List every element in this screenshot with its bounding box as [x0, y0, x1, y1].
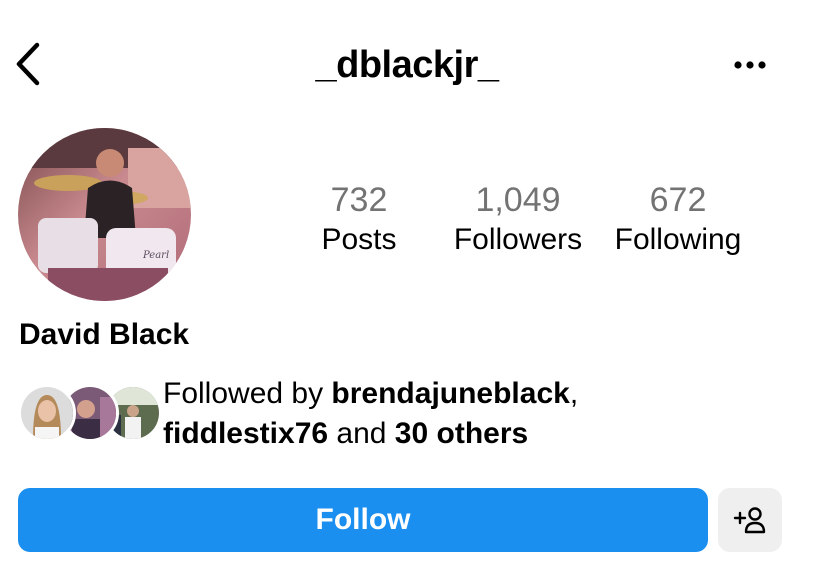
add-person-icon: [733, 507, 766, 534]
follow-button[interactable]: Follow: [18, 488, 708, 552]
followed-by-prefix: Followed by: [163, 377, 332, 410]
followers-stat[interactable]: 1,049 Followers: [445, 180, 591, 260]
mutual-user-link-2[interactable]: fiddlestix76: [163, 417, 328, 450]
profile-header: _dblackjr_: [0, 0, 814, 130]
posts-count: 732: [330, 181, 388, 219]
display-name: David Black: [19, 318, 190, 351]
comma-separator: ,: [569, 377, 579, 410]
mutual-others-link[interactable]: 30 others: [395, 417, 528, 450]
page-title: _dblackjr_: [315, 44, 500, 86]
followers-label: Followers: [453, 223, 583, 256]
following-count: 672: [649, 181, 707, 219]
mutual-followers-avatars[interactable]: [18, 384, 162, 444]
suggested-accounts-button[interactable]: [718, 488, 782, 552]
and-separator: and: [328, 417, 395, 450]
svg-text:Pearl: Pearl: [142, 250, 169, 261]
more-options-button[interactable]: [726, 50, 774, 80]
following-label: Following: [614, 223, 742, 256]
mutual-user-link-1[interactable]: brendajuneblack: [331, 377, 569, 410]
posts-label: Posts: [321, 223, 397, 256]
profile-avatar[interactable]: Pearl: [18, 128, 191, 301]
following-stat[interactable]: 672 Following: [604, 180, 752, 260]
more-horizontal-icon: [734, 61, 766, 69]
posts-stat[interactable]: 732 Posts: [300, 180, 418, 260]
mutual-avatar-1: [18, 384, 76, 442]
profile-photo: Pearl: [18, 128, 191, 301]
followed-by-text: Followed by brendajuneblack, fiddlestix76…: [163, 374, 803, 454]
followers-count: 1,049: [475, 181, 561, 219]
